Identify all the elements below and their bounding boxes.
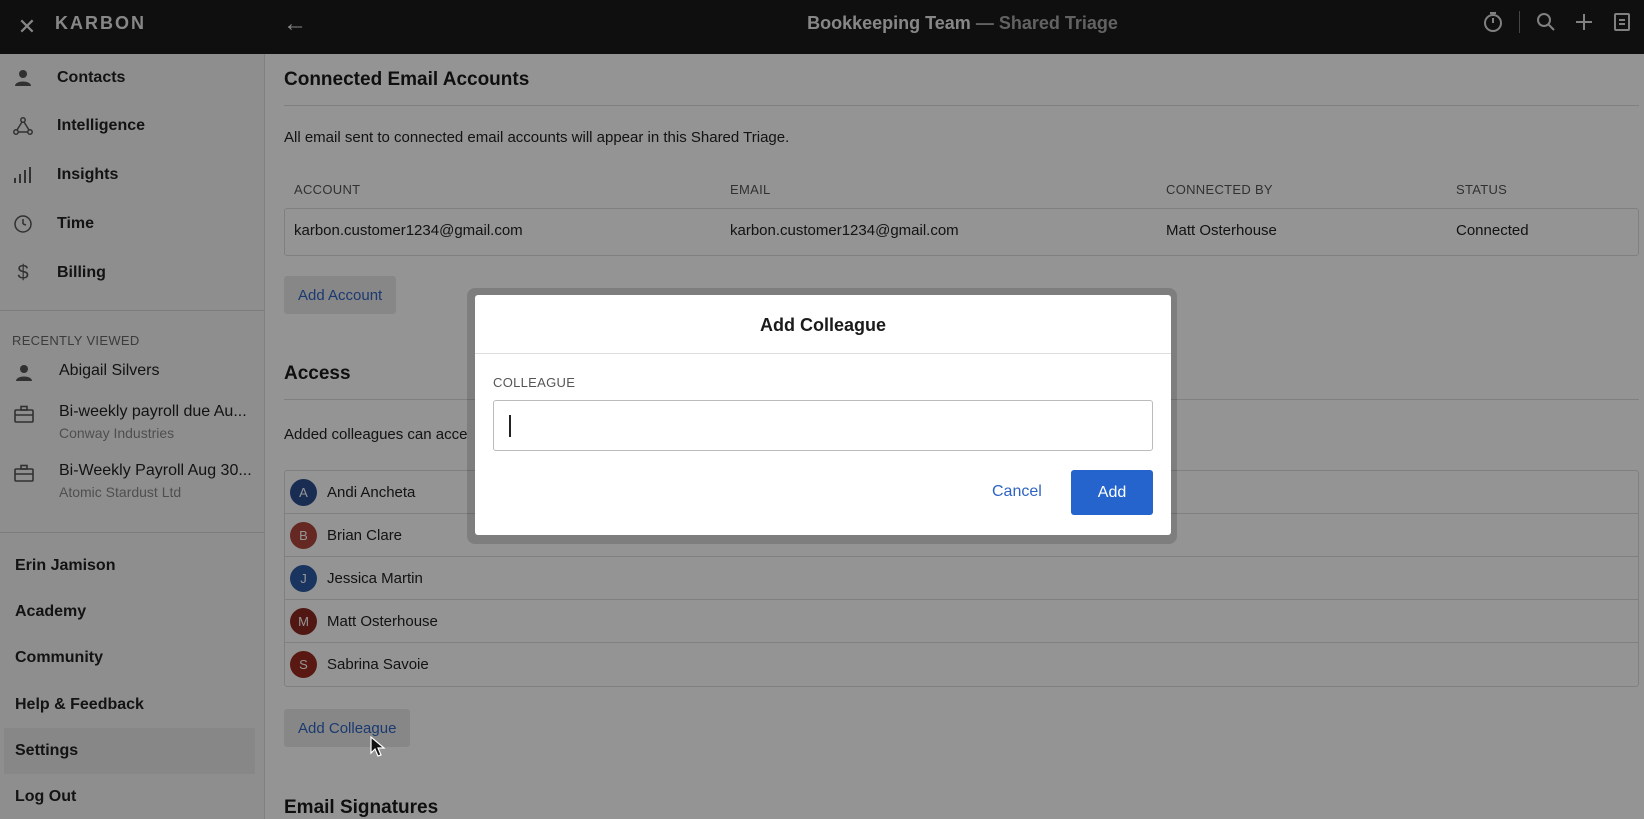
mouse-pointer-icon bbox=[370, 735, 386, 763]
text-cursor bbox=[509, 415, 511, 437]
dialog-title: Add Colleague bbox=[759, 315, 886, 335]
add-colleague-dialog: Add Colleague COLLEAGUE Cancel Add bbox=[475, 295, 1171, 535]
dialog-divider bbox=[475, 353, 1171, 354]
add-button[interactable]: Add bbox=[1071, 470, 1153, 515]
cancel-button[interactable]: Cancel bbox=[992, 470, 1042, 514]
colleague-field-label: COLLEAGUE bbox=[493, 375, 576, 390]
colleague-input[interactable] bbox=[493, 400, 1153, 451]
